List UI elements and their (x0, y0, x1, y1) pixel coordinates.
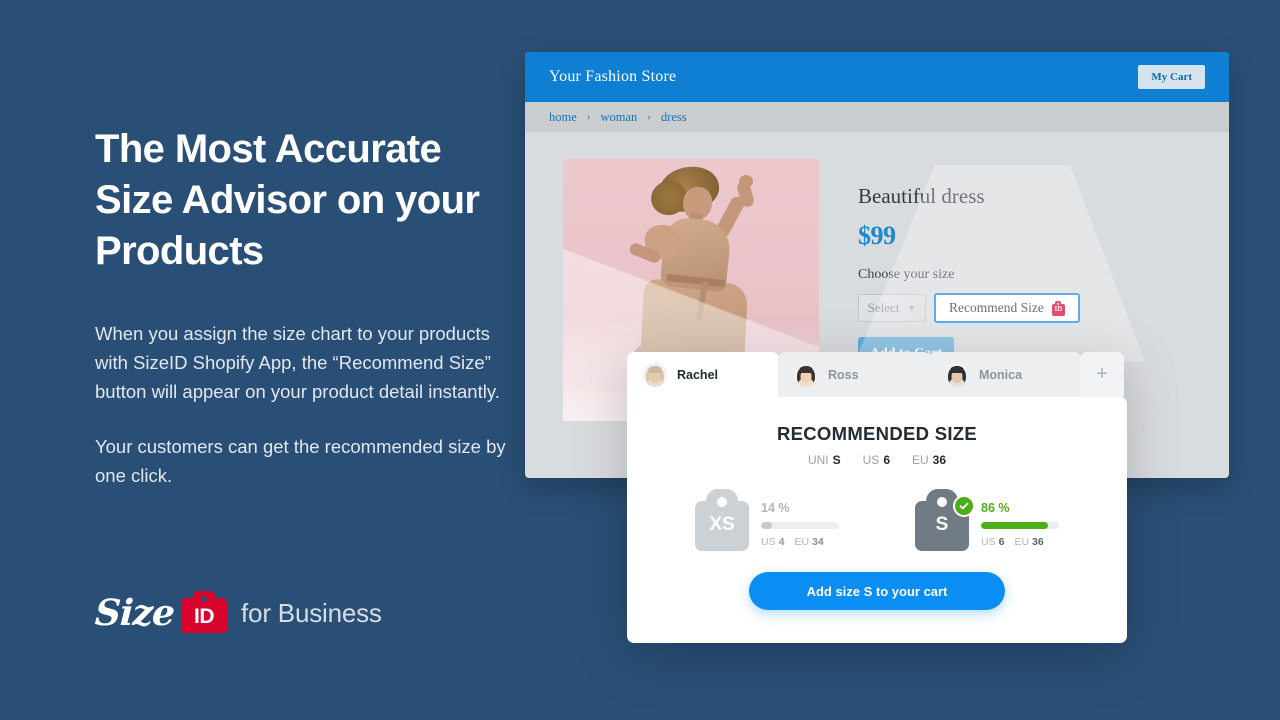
size-select[interactable]: Select ▼ (858, 294, 926, 322)
breadcrumb-item-woman[interactable]: woman (600, 110, 637, 125)
size-controls-row: Select ▼ Recommend Size ID (858, 293, 1148, 323)
add-recommended-size-button[interactable]: Add size S to your cart (749, 572, 1005, 610)
summary-eu-value: 36 (932, 453, 947, 467)
size-conversions: US 4 EU 34 (761, 536, 839, 548)
product-title: Beautiful dress (858, 184, 985, 208)
size-tag-label: XS (709, 514, 735, 535)
logo-wordmark: Size (93, 592, 176, 634)
marketing-column: The Most Accurate Size Advisor on your P… (95, 124, 515, 490)
sizeid-tag-icon-label: ID (1054, 304, 1063, 313)
recommend-size-button[interactable]: Recommend Size ID (934, 293, 1080, 323)
recommended-size-title: RECOMMENDED SIZE (776, 423, 978, 444)
sizeid-tag-icon: ID (1051, 300, 1065, 316)
size-option-meta: 14 % US 4 EU 34 (761, 489, 839, 548)
match-progress-bar (761, 522, 839, 529)
size-option-meta: 86 % US 6 EU 36 (981, 489, 1059, 548)
logo-tag-label: ID (194, 605, 215, 628)
summary-uni-value: S (832, 453, 841, 467)
tab-profile-monica[interactable]: Monica (929, 352, 1081, 397)
chevron-down-icon: ▼ (907, 303, 917, 313)
breadcrumb-item-home[interactable]: home (549, 110, 577, 125)
summary-uni-label: UNI (807, 453, 829, 467)
size-tag-icon: S (915, 489, 975, 551)
tab-label: Ross (828, 367, 859, 382)
size-select-value: Select (867, 300, 900, 315)
check-icon (953, 495, 975, 517)
marketing-paragraph-1: When you assign the size chart to your p… (95, 323, 500, 402)
page-title: The Most Accurate Size Advisor on your P… (95, 127, 480, 273)
product-price: $99 (858, 221, 896, 250)
size-options: XS 14 % US 4 EU 34 S 86 % US 6 EU 36 (627, 489, 1127, 551)
my-cart-button[interactable]: My Cart (1138, 65, 1205, 89)
avatar (945, 362, 969, 387)
tab-profile-ross[interactable]: Ross (778, 352, 930, 397)
breadcrumb: home › woman › dress (525, 102, 1229, 132)
conversion-eu: EU 34 (794, 536, 824, 548)
tab-label: Monica (979, 367, 1023, 382)
avatar (643, 362, 667, 387)
breadcrumb-item-dress[interactable]: dress (661, 110, 687, 125)
tab-profile-rachel[interactable]: Rachel (627, 352, 779, 397)
plus-icon: + (1096, 363, 1108, 385)
logo-tag-icon: ID (181, 591, 228, 633)
summary-eu-label: EU (912, 453, 929, 467)
recommend-size-label: Recommend Size (949, 300, 1044, 315)
breadcrumb-separator-icon: › (647, 111, 651, 123)
choose-size-label: Choose your size (858, 267, 955, 282)
summary-us-value: 6 (883, 453, 890, 467)
store-name: Your Fashion Store (549, 68, 677, 85)
summary-uni: UNI S (808, 453, 841, 467)
panel-body: RECOMMENDED SIZE UNI S US 6 EU 36 XS 14 … (627, 397, 1127, 643)
avatar (794, 362, 818, 387)
conversion-us: US 6 (981, 536, 1005, 548)
product-info: Beautiful dress $99 Choose your size Sel… (858, 184, 1148, 370)
summary-eu: EU 36 (912, 453, 946, 467)
tab-label: Rachel (677, 367, 718, 382)
profile-tabs: Rachel Ross Monica + (627, 352, 1127, 397)
size-tag-label: S (935, 514, 949, 535)
size-tag-icon: XS (695, 489, 749, 551)
recommended-size-summary: UNI S US 6 EU 36 (627, 453, 1127, 467)
logo-suffix: for Business (241, 597, 382, 628)
breadcrumb-separator-icon: › (586, 111, 591, 123)
marketing-body: When you assign the size chart to your p… (95, 319, 515, 490)
summary-us: US 6 (863, 453, 890, 467)
match-percent: 86 % (981, 501, 1010, 515)
summary-us-label: US (862, 453, 880, 467)
size-option-xs[interactable]: XS 14 % US 4 EU 34 (695, 489, 839, 551)
size-option-s[interactable]: S 86 % US 6 EU 36 (915, 489, 1059, 551)
match-progress-bar (981, 522, 1059, 529)
add-profile-tab-button[interactable]: + (1080, 352, 1124, 397)
size-recommendation-panel: Rachel Ross Monica + RECOMMENDED SIZE UN… (627, 352, 1127, 643)
size-conversions: US 6 EU 36 (981, 536, 1059, 548)
conversion-us: US 4 (761, 536, 785, 548)
store-header: Your Fashion Store My Cart (525, 52, 1229, 102)
match-percent: 14 % (761, 501, 790, 515)
sizeid-logo: Size ID for Business (93, 591, 382, 634)
marketing-paragraph-2: Your customers can get the recommended s… (95, 436, 506, 486)
conversion-eu: EU 36 (1014, 536, 1044, 548)
